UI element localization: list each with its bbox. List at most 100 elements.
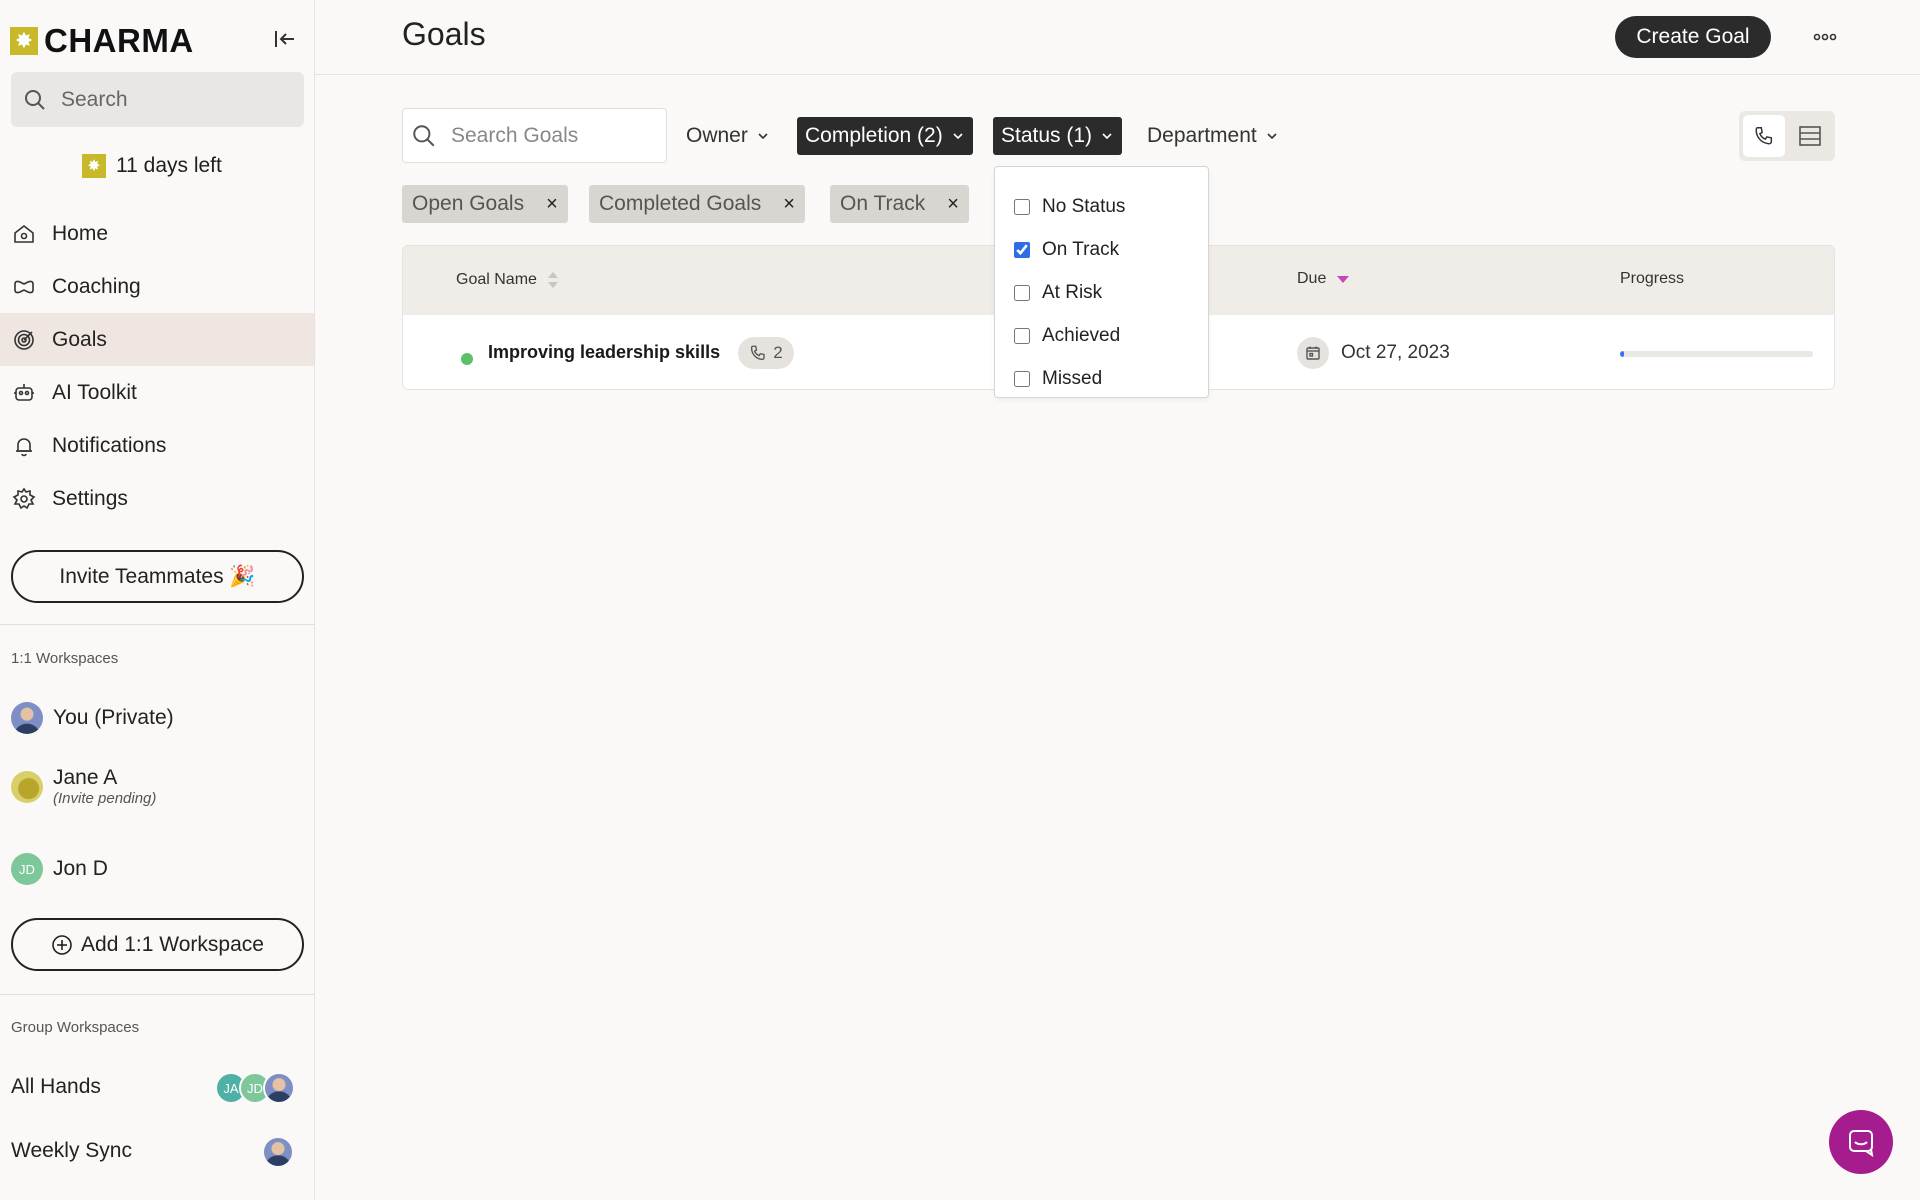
filter-chip-open-goals: Open Goals ×: [402, 185, 568, 223]
nav-item-coaching[interactable]: Coaching: [0, 260, 314, 313]
trial-remaining[interactable]: ✸ 11 days left: [82, 154, 222, 178]
status-option-label: No Status: [1042, 195, 1126, 217]
chevron-down-icon: [1102, 133, 1112, 140]
status-option-no-status[interactable]: No Status: [995, 185, 1208, 228]
phone-icon: [751, 345, 765, 361]
close-icon[interactable]: ×: [947, 193, 959, 216]
status-checkbox[interactable]: [1014, 284, 1030, 301]
workspace-name: Jane A: [53, 766, 118, 789]
nav-item-settings[interactable]: Settings: [0, 472, 314, 525]
more-options-icon[interactable]: [1805, 24, 1845, 50]
close-icon[interactable]: ×: [783, 193, 795, 216]
progress-fill: [1620, 351, 1624, 357]
due-date[interactable]: Oct 27, 2023: [1297, 337, 1450, 369]
group-all-hands[interactable]: All Hands: [11, 1075, 101, 1099]
trial-text: 11 days left: [116, 154, 222, 177]
goal-name[interactable]: Improving leadership skills: [488, 342, 720, 363]
status-checkbox[interactable]: [1014, 370, 1030, 387]
close-icon[interactable]: ×: [546, 193, 558, 216]
avatar: [263, 1072, 295, 1104]
calls-count: 2: [773, 343, 783, 362]
gear-icon: [12, 487, 36, 509]
nav-label: Settings: [52, 486, 128, 510]
sort-icon: [547, 272, 558, 288]
logo-text: CHARMA: [44, 22, 194, 59]
table-icon: [1799, 126, 1821, 146]
home-icon: [14, 224, 34, 243]
goal-search[interactable]: [402, 108, 667, 163]
plus-circle-icon: [52, 934, 72, 955]
call-view-button[interactable]: [1743, 115, 1785, 157]
avatar: [262, 1136, 294, 1168]
chip-label: Open Goals: [412, 192, 525, 215]
status-checkbox[interactable]: [1014, 327, 1030, 344]
status-option-at-risk[interactable]: At Risk: [995, 271, 1208, 314]
table-view-button[interactable]: [1789, 115, 1831, 157]
nav-label: Notifications: [52, 433, 167, 457]
nav-item-ai-toolkit[interactable]: AI Toolkit: [0, 366, 314, 419]
owner-filter-label: Owner: [686, 124, 748, 147]
group-name: All Hands: [11, 1075, 101, 1098]
department-filter[interactable]: Department: [1139, 117, 1287, 155]
view-toggle: [1739, 111, 1835, 161]
search-icon: [413, 124, 435, 146]
nav-label: Home: [52, 221, 109, 245]
workspace-jane-a[interactable]: Jane A (Invite pending): [11, 766, 156, 807]
main-nav: Home Coaching Goals AI Toolkit Notificat…: [0, 207, 314, 525]
charma-logo[interactable]: ✸ CHARMA: [10, 22, 194, 60]
column-progress[interactable]: Progress: [1620, 270, 1684, 288]
column-goal-name[interactable]: Goal Name: [456, 270, 559, 290]
nav-item-notifications[interactable]: Notifications: [0, 419, 314, 472]
page-title: Goals: [402, 16, 486, 52]
workspace-jon-d[interactable]: JD Jon D: [11, 853, 108, 885]
status-dropdown-menu: No Status On Track At Risk Achieved Miss…: [994, 166, 1209, 398]
status-checkbox[interactable]: [1014, 241, 1030, 258]
completion-filter[interactable]: Completion (2): [797, 117, 973, 155]
nav-item-goals[interactable]: Goals: [0, 313, 314, 366]
group-weekly-sync-avatars: [262, 1136, 294, 1168]
workspace-name: Jon D: [53, 857, 108, 880]
nav-item-home[interactable]: Home: [0, 207, 314, 260]
chat-launcher-button[interactable]: [1829, 1110, 1893, 1174]
chevron-down-icon: [1267, 133, 1277, 140]
column-label: Due: [1297, 270, 1327, 287]
status-filter-label: Status (1): [1001, 124, 1093, 147]
status-option-label: At Risk: [1042, 281, 1103, 303]
chip-label: On Track: [840, 192, 926, 215]
avatar: [11, 702, 43, 734]
filter-chip-completed-goals: Completed Goals ×: [589, 185, 805, 223]
chevron-down-icon: [953, 133, 963, 140]
target-icon: [14, 329, 34, 350]
column-label: Goal Name: [456, 271, 537, 288]
sort-desc-icon: [1337, 276, 1350, 283]
workspace-you-private[interactable]: You (Private): [11, 702, 174, 734]
avatar: [11, 770, 43, 803]
sidebar-search[interactable]: Search: [11, 72, 304, 127]
goal-search-input[interactable]: [451, 123, 651, 148]
filter-chip-on-track: On Track ×: [830, 185, 969, 223]
collapse-sidebar-icon[interactable]: [272, 26, 298, 52]
owner-filter[interactable]: Owner: [678, 117, 778, 155]
status-checkbox[interactable]: [1014, 198, 1030, 215]
completion-filter-label: Completion (2): [805, 124, 943, 147]
status-option-label: Missed: [1042, 367, 1103, 389]
logo-mark-icon: ✸: [10, 27, 38, 55]
status-option-achieved[interactable]: Achieved: [995, 314, 1208, 357]
group-weekly-sync[interactable]: Weekly Sync: [11, 1139, 132, 1163]
invite-teammates-button[interactable]: Invite Teammates 🎉: [11, 550, 304, 603]
linked-calls-badge[interactable]: 2: [738, 337, 794, 369]
status-option-on-track[interactable]: On Track: [995, 228, 1208, 271]
sidebar-divider: [0, 624, 314, 625]
sidebar: ✸ CHARMA Search ✸ 11 days left Home Coac…: [0, 0, 315, 1200]
column-due[interactable]: Due: [1297, 270, 1350, 288]
chevron-down-icon: [758, 133, 768, 140]
add-workspace-button[interactable]: Add 1:1 Workspace: [11, 918, 304, 971]
workspace-name: You (Private): [53, 706, 174, 729]
status-option-missed[interactable]: Missed: [995, 357, 1208, 400]
chip-label: Completed Goals: [599, 192, 762, 215]
status-filter[interactable]: Status (1): [993, 117, 1123, 155]
group-all-hands-avatars: JA JD: [215, 1072, 295, 1104]
create-goal-button[interactable]: Create Goal: [1615, 16, 1771, 58]
chat-icon: [1849, 1130, 1874, 1157]
sparkle-icon: ✸: [82, 154, 106, 178]
